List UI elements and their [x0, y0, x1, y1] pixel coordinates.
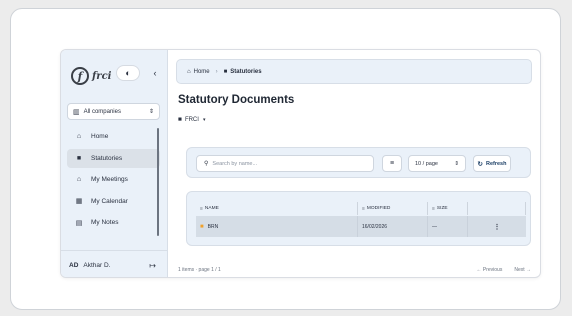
company-select[interactable]: ▥ All companies ⇕ — [67, 103, 160, 120]
sidebar-item-my-meetings[interactable]: ⌂ My Meetings — [67, 170, 160, 189]
logo-icon: f — [71, 67, 89, 85]
user-profile[interactable]: AD Akthar D. ↦ — [61, 250, 168, 277]
page-title: Statutory Documents — [178, 94, 295, 106]
chevron-updown-icon: ⇕ — [454, 160, 459, 167]
row-actions-button[interactable]: ⋮ — [468, 216, 526, 237]
moon-icon: ◐ — [125, 68, 131, 78]
meetings-icon: ⌂ — [76, 176, 82, 183]
sidebar-nav: ⌂ Home ■ Statutories ⌂ My Meetings ▦ My … — [67, 127, 160, 235]
cell-size: — — [428, 216, 468, 237]
pager: ← Previous Next → — [464, 267, 531, 273]
building-icon: ▥ — [73, 108, 80, 116]
documents-table: ≡ NAME ≡ MODIFIED ≡ SIZE ■ BRN 16/02/202… — [186, 191, 531, 246]
chevron-left-icon: ‹ — [153, 68, 157, 78]
more-vertical-icon: ⋮ — [493, 223, 501, 231]
sidebar-item-label: Statutories — [91, 154, 123, 162]
breadcrumb-current: Statutories — [230, 68, 262, 75]
search-placeholder: Search by name... — [212, 160, 258, 167]
previous-page-button[interactable]: ← Previous — [476, 267, 502, 273]
user-name: Akthar D. — [83, 261, 111, 269]
sort-icon: ≡ — [432, 205, 435, 212]
filter-icon: ≡ — [389, 160, 395, 167]
column-header-actions — [468, 202, 526, 215]
sidebar-scrollbar[interactable] — [157, 128, 159, 236]
sidebar-item-label: My Notes — [91, 219, 119, 226]
theme-toggle-button[interactable]: ◐ — [116, 65, 140, 81]
cell-name: ■ BRN — [196, 216, 358, 237]
breadcrumb: ⌂ Home › ■ Statutories — [176, 59, 532, 84]
search-input[interactable]: ⚲ Search by name... — [196, 155, 374, 172]
home-icon: ⌂ — [187, 68, 191, 75]
pagination-info: 1 items · page 1 / 1 — [178, 267, 221, 273]
sidebar-item-label: Home — [91, 133, 109, 140]
column-header-name[interactable]: ≡ NAME — [196, 202, 358, 215]
column-label: MODIFIED — [366, 206, 391, 211]
sidebar: f frci ◐ ‹ ▥ All companies ⇕ ⌂ Home ■ St… — [61, 50, 168, 277]
calendar-icon: ▦ — [75, 198, 83, 205]
refresh-icon: ↻ — [477, 160, 483, 168]
sidebar-item-label: My Meetings — [91, 176, 128, 183]
sidebar-item-home[interactable]: ⌂ Home — [67, 127, 160, 146]
chevron-right-icon: › — [215, 68, 218, 75]
avatar: AD — [69, 261, 79, 269]
filter-button[interactable]: ≡ — [382, 155, 402, 172]
collapse-sidebar-button[interactable]: ‹ — [149, 65, 161, 81]
refresh-label: Refresh — [485, 160, 507, 167]
sidebar-item-statutories[interactable]: ■ Statutories — [67, 148, 160, 168]
outer-frame: f frci ◐ ‹ ▥ All companies ⇕ ⌂ Home ■ St… — [10, 8, 561, 310]
folder-icon: ■ — [76, 154, 82, 162]
column-label: NAME — [204, 206, 219, 211]
logo-text: frci — [92, 70, 112, 82]
chevron-updown-icon: ⇕ — [148, 109, 154, 115]
home-icon: ⌂ — [76, 133, 82, 140]
column-header-size[interactable]: ≡ SIZE — [428, 202, 468, 215]
folder-icon: ■ — [223, 68, 228, 75]
cell-modified: 16/02/2026 — [358, 216, 428, 237]
table-row[interactable]: ■ BRN 16/02/2026 — ⋮ — [196, 216, 526, 237]
logo: f frci — [71, 66, 111, 86]
page-size-value: 10 / page — [415, 160, 438, 167]
folder-select[interactable]: ■ FRCI ▾ — [178, 116, 205, 123]
folder-icon: ■ — [200, 223, 204, 230]
sidebar-item-my-notes[interactable]: ▤ My Notes — [67, 213, 160, 232]
sidebar-item-label: My Calendar — [91, 197, 128, 205]
column-header-modified[interactable]: ≡ MODIFIED — [358, 202, 428, 215]
refresh-button[interactable]: ↻ Refresh — [473, 155, 511, 172]
sort-icon: ≡ — [362, 205, 365, 212]
table-header: ≡ NAME ≡ MODIFIED ≡ SIZE — [196, 202, 526, 215]
main-content: ⌂ Home › ■ Statutories Statutory Documen… — [168, 50, 540, 277]
column-label: SIZE — [436, 206, 448, 211]
pagination: 1 items · page 1 / 1 ← Previous Next → — [178, 267, 531, 273]
sidebar-item-my-calendar[interactable]: ▦ My Calendar — [67, 192, 160, 211]
notes-icon: ▤ — [75, 219, 83, 227]
breadcrumb-home[interactable]: Home — [194, 69, 210, 75]
folder-icon: ■ — [178, 116, 182, 123]
page-size-select[interactable]: 10 / page ⇕ — [408, 155, 466, 172]
app-window: f frci ◐ ‹ ▥ All companies ⇕ ⌂ Home ■ St… — [60, 49, 541, 278]
company-select-value: All companies — [83, 108, 121, 115]
row-name: BRN — [207, 223, 219, 230]
sort-icon: ≡ — [200, 205, 203, 212]
toolbar: ⚲ Search by name... ≡ 10 / page ⇕ ↻ Refr… — [186, 147, 531, 178]
logout-icon[interactable]: ↦ — [149, 261, 156, 270]
folder-select-value: FRCI — [184, 116, 199, 123]
next-page-button[interactable]: Next → — [514, 267, 531, 273]
search-icon: ⚲ — [204, 161, 209, 167]
chevron-down-icon: ▾ — [202, 116, 206, 123]
